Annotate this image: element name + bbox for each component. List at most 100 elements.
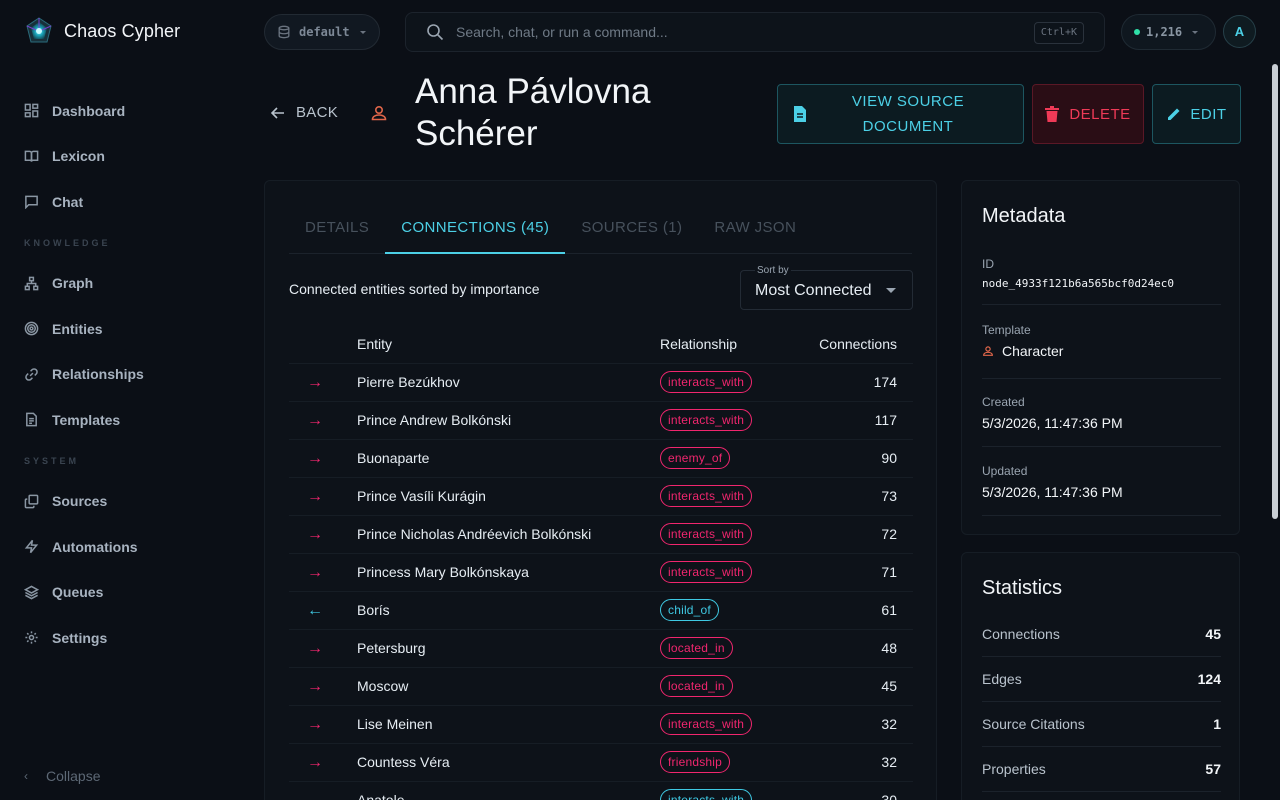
sidebar-item-sources[interactable]: Sources [0,479,240,525]
collapse-button[interactable]: ‹ Collapse [24,768,100,784]
arrow-right-icon: → [307,563,323,581]
tab-details[interactable]: DETAILS [289,203,385,254]
entity-name[interactable]: Prince Andrew Bolkónski [357,400,660,439]
relationship-chip: located_in [660,675,733,697]
relationship-chip: friendship [660,751,731,773]
sidebar-item-relationships[interactable]: Relationships [0,352,240,398]
entity-name[interactable]: Moscow [357,666,660,705]
edit-button[interactable]: EDIT [1152,84,1241,144]
relationship-chip: interacts_with [660,561,753,583]
stat-value: 45 [1205,626,1221,642]
sidebar-item-chat[interactable]: Chat [0,179,240,225]
connection-count: 73 [785,476,913,515]
entity-name[interactable]: Prince Vasíli Kurágin [357,476,660,515]
sidebar-item-dashboard[interactable]: Dashboard [0,88,240,134]
delete-label: DELETE [1069,105,1131,123]
table-row[interactable]: → Countess Véra friendship 32 [289,742,913,781]
entity-name[interactable]: Princess Mary Bolkónskaya [357,552,660,591]
brand[interactable]: Chaos Cypher [24,16,180,46]
sidebar-item-label: Chat [52,193,84,210]
stat-row-edges: Edges 124 [982,657,1221,702]
workspace-selector[interactable]: default [264,14,380,50]
table-row[interactable]: → Prince Andrew Bolkónski interacts_with 11… [289,400,913,439]
credits-value: 1,216 [1146,25,1183,39]
entity-name[interactable]: Anatole [357,780,660,800]
table-row[interactable]: → Petersburg located_in 48 [289,628,913,667]
sidebar-item-templates[interactable]: Templates [0,397,240,443]
sidebar-item-lexicon[interactable]: Lexicon [0,134,240,180]
direction-cell: ← [289,590,357,629]
sidebar-item-entities[interactable]: Entities [0,306,240,352]
entity-name[interactable]: Countess Véra [357,742,660,781]
sidebar-item-settings[interactable]: Settings [0,615,240,661]
sidebar-item-graph[interactable]: Graph [0,261,240,307]
avatar[interactable]: A [1223,15,1256,48]
direction-cell: → [289,628,357,667]
direction-cell: ← [289,780,357,800]
delete-button[interactable]: DELETE [1032,84,1144,144]
table-row[interactable]: ← Borís child_of 61 [289,590,913,629]
table-row[interactable]: → Moscow located_in 45 [289,666,913,705]
sort-select[interactable]: Sort by Most Connected [740,265,913,310]
arrow-right-icon: → [307,411,323,429]
direction-cell: → [289,666,357,705]
table-row[interactable]: ← Anatoleinteracts_with 30 [289,780,913,800]
sidebar-item-automations[interactable]: Automations [0,524,240,570]
pencil-icon [1168,108,1180,120]
id-label: ID [982,257,994,271]
stat-label: Edges [982,671,1022,687]
command-search[interactable]: Ctrl+K [405,12,1105,52]
section-label-system: SYSTEM [24,455,80,466]
stat-value: 1 [1213,716,1221,732]
relationship-chip: interacts_with [660,789,753,800]
relationship-chip: interacts_with [660,713,753,735]
connection-count: 117 [785,400,913,439]
shortcut-hint: Ctrl+K [1033,22,1084,44]
view-source-button[interactable]: VIEW SOURCE DOCUMENT [777,84,1024,144]
dashboard-icon [24,103,39,118]
metadata-updated: Updated 5/3/2026, 11:47:36 PM [982,464,1221,516]
stat-value: 57 [1205,761,1221,777]
relationship-chip: located_in [660,637,733,659]
entity-name[interactable]: Pierre Bezúkhov [357,362,660,401]
table-row[interactable]: → Prince Vasíli Kurágin interacts_with 73 [289,476,913,515]
entity-name[interactable]: Petersburg [357,628,660,667]
search-input[interactable] [456,24,1016,40]
tab-connections[interactable]: CONNECTIONS (45) [385,203,566,254]
target-icon [24,321,39,336]
edit-label: EDIT [1190,105,1227,123]
connection-count: 32 [785,704,913,743]
credits-badge[interactable]: 1,216 [1121,14,1216,50]
relationship-cell: interacts_with [660,476,786,515]
created-value: 5/3/2026, 11:47:36 PM [982,415,1123,431]
arrow-left-icon: ← [307,601,323,619]
tab-raw-json[interactable]: RAW JSON [698,203,812,254]
sidebar-nav: Dashboard Lexicon Chat KNOWLEDGE Graph E… [0,88,240,661]
arrow-right-icon: → [307,639,323,657]
stat-row-source-citations: Source Citations 1 [982,702,1221,747]
direction-cell: → [289,476,357,515]
arrow-right-icon: → [307,449,323,467]
chevron-down-icon [359,30,366,34]
app-name: Chaos Cypher [64,20,181,41]
sidebar-item-label: Relationships [52,366,144,383]
sidebar: Chaos Cypher Dashboard Lexicon Chat KNOW… [0,0,240,800]
sidebar-item-queues[interactable]: Queues [0,570,240,616]
entity-name[interactable]: Prince Nicholas Andréevich Bolkónski [357,514,660,553]
column-entity: Entity [357,335,393,352]
table-row[interactable]: → Prince Nicholas Andréevich Bolkónski int… [289,514,913,553]
database-icon [278,25,290,39]
entity-name[interactable]: Lise Meinen [357,704,660,743]
page-scrollbar[interactable] [1270,64,1280,800]
tab-sources[interactable]: SOURCES (1) [565,203,698,254]
table-row[interactable]: → Lise Meinen interacts_with 32 [289,704,913,743]
entity-name[interactable]: Buonaparte [357,438,660,477]
back-button[interactable]: BACK [270,104,338,121]
table-row[interactable]: → Pierre Bezúkhov interacts_with 174 [289,362,913,401]
table-row[interactable]: → Buonaparte enemy_of 90 [289,438,913,477]
table-row[interactable]: → Princess Mary Bolkónskaya interacts_with… [289,552,913,591]
entity-name[interactable]: Borís [357,590,660,629]
scrollbar-thumb[interactable] [1272,64,1278,519]
direction-cell: → [289,438,357,477]
relationship-cell: friendship [660,742,786,781]
